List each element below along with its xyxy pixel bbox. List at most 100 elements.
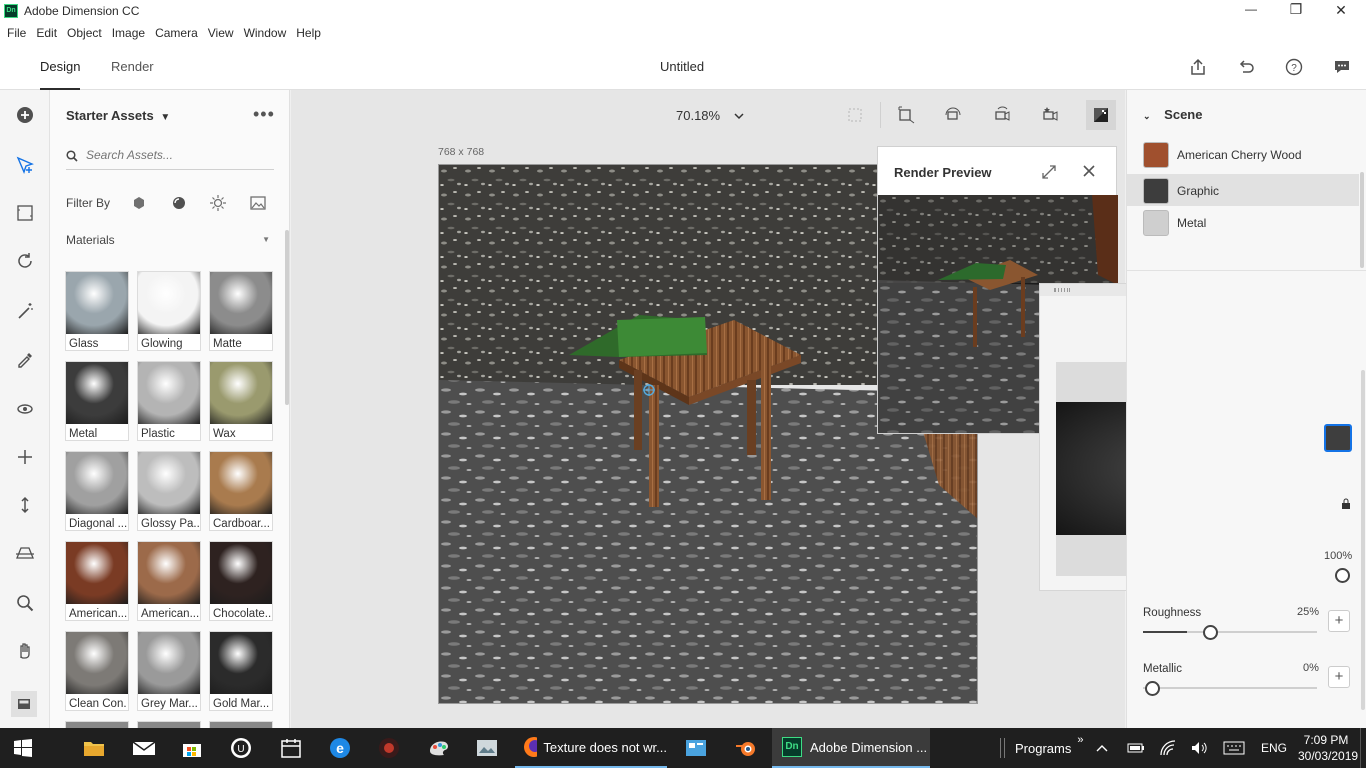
material-thumbnail[interactable]: Plastic: [137, 361, 201, 441]
expand-icon[interactable]: [1040, 163, 1058, 184]
show-hidden-icons-icon[interactable]: [1096, 728, 1108, 768]
material-thumbnail[interactable]: Metal: [65, 361, 129, 441]
dimension-task[interactable]: Dn Adobe Dimension ...: [772, 728, 930, 768]
filter-images-icon[interactable]: [250, 196, 266, 213]
zoom-control[interactable]: 70.18%: [676, 108, 744, 123]
rotate-icon[interactable]: [13, 249, 37, 273]
material-thumbnail[interactable]: [209, 721, 273, 728]
help-icon[interactable]: ?: [1281, 54, 1307, 80]
control-panel-icon[interactable]: [685, 728, 707, 768]
hand-icon[interactable]: [13, 639, 37, 663]
menu-camera[interactable]: Camera: [150, 22, 203, 44]
filter-materials-icon[interactable]: [172, 196, 186, 213]
material-thumbnail[interactable]: Glowing: [137, 271, 201, 351]
scene-item[interactable]: Metal: [1127, 206, 1359, 238]
programs-toolbar[interactable]: Programs »: [1015, 728, 1083, 768]
panel-scrollbar[interactable]: [1361, 370, 1365, 710]
paint-icon[interactable]: [427, 728, 451, 768]
material-thumbnail[interactable]: Gold Mar...: [209, 631, 273, 711]
magic-wand-icon[interactable]: [13, 299, 37, 323]
select-tool-icon[interactable]: [13, 153, 37, 177]
unreal-engine-icon[interactable]: U: [230, 728, 252, 768]
lock-icon[interactable]: [1341, 498, 1351, 513]
horizon-icon[interactable]: [13, 541, 37, 565]
material-thumbnail[interactable]: Clean Con...: [65, 631, 129, 711]
camera-frame-icon[interactable]: [898, 106, 916, 127]
orbit-icon[interactable]: [13, 397, 37, 421]
feedback-icon[interactable]: [1329, 54, 1355, 80]
menu-view[interactable]: View: [203, 22, 239, 44]
camera-orbit-icon[interactable]: [993, 106, 1011, 127]
color-swatch[interactable]: [1324, 424, 1352, 452]
material-thumbnail[interactable]: Glass: [65, 271, 129, 351]
blender-icon[interactable]: [734, 728, 758, 768]
material-thumbnail[interactable]: Wax: [209, 361, 273, 441]
metallic-handle[interactable]: [1145, 681, 1160, 696]
render-preview-toggle-icon[interactable]: [1086, 100, 1116, 130]
app-red-icon[interactable]: [378, 728, 400, 768]
keyboard-icon[interactable]: [1223, 728, 1245, 768]
firefox-task[interactable]: Texture does not wr...: [515, 728, 667, 768]
roughness-add-button[interactable]: +: [1328, 610, 1350, 632]
undo-icon[interactable]: [1233, 54, 1259, 80]
panel-toggle-icon[interactable]: [11, 691, 37, 717]
zoom-icon[interactable]: [13, 591, 37, 615]
edge-icon[interactable]: e: [329, 728, 351, 768]
tab-render[interactable]: Render: [111, 44, 154, 90]
wifi-icon[interactable]: [1159, 728, 1177, 768]
assets-title[interactable]: Starter Assets ▼: [66, 108, 170, 123]
menu-help[interactable]: Help: [291, 22, 326, 44]
share-icon[interactable]: [1185, 54, 1211, 80]
material-thumbnail[interactable]: Grey Mar...: [137, 631, 201, 711]
scene-scrollbar[interactable]: [1360, 172, 1364, 268]
clock[interactable]: 7:09 PM 30/03/2019: [1298, 732, 1358, 764]
pan-icon[interactable]: [13, 445, 37, 469]
material-thumbnail[interactable]: Matte: [209, 271, 273, 351]
material-thumbnail[interactable]: [65, 721, 129, 728]
file-explorer-icon[interactable]: [83, 728, 105, 768]
close-preview-icon[interactable]: [1081, 163, 1097, 182]
metallic-slider[interactable]: [1143, 681, 1317, 696]
add-icon[interactable]: [13, 103, 37, 127]
eyedropper-icon[interactable]: [13, 347, 37, 371]
selection-box-icon[interactable]: [13, 201, 37, 225]
material-thumbnail[interactable]: Cardboar...: [209, 451, 273, 531]
camera-bookmark-icon[interactable]: [1041, 106, 1059, 127]
menu-file[interactable]: File: [2, 22, 31, 44]
mail-icon[interactable]: [132, 728, 156, 768]
camera-rotate-icon[interactable]: [944, 106, 962, 127]
material-thumbnail[interactable]: [137, 721, 201, 728]
filter-lights-icon[interactable]: [210, 195, 226, 214]
menu-image[interactable]: Image: [107, 22, 150, 44]
tab-design[interactable]: Design: [40, 44, 80, 90]
show-desktop-button[interactable]: [1360, 728, 1366, 768]
material-thumbnail[interactable]: American...: [137, 541, 201, 621]
search-input[interactable]: [86, 146, 266, 164]
material-thumbnail[interactable]: American...: [65, 541, 129, 621]
assets-scrollbar[interactable]: [285, 230, 289, 405]
store-icon[interactable]: [181, 728, 203, 768]
scene-item[interactable]: Graphic: [1127, 174, 1359, 206]
volume-icon[interactable]: [1190, 728, 1208, 768]
more-options-icon[interactable]: •••: [253, 104, 275, 125]
roughness-handle[interactable]: [1203, 625, 1218, 640]
image-viewer-icon[interactable]: [476, 728, 498, 768]
material-thumbnail[interactable]: Glossy Pa...: [137, 451, 201, 531]
close-button[interactable]: ✕: [1326, 2, 1356, 19]
battery-icon[interactable]: [1127, 728, 1145, 768]
opacity-slider-handle[interactable]: [1335, 568, 1350, 583]
minimize-button[interactable]: —: [1236, 2, 1266, 16]
filter-models-icon[interactable]: [132, 196, 146, 213]
menu-window[interactable]: Window: [239, 22, 292, 44]
calendar-icon[interactable]: [280, 728, 302, 768]
menu-edit[interactable]: Edit: [31, 22, 62, 44]
language-indicator[interactable]: ENG: [1261, 728, 1287, 768]
metallic-add-button[interactable]: +: [1328, 666, 1350, 688]
material-thumbnail[interactable]: Diagonal ...: [65, 451, 129, 531]
dolly-icon[interactable]: [13, 493, 37, 517]
roughness-slider[interactable]: [1143, 625, 1317, 640]
menu-object[interactable]: Object: [62, 22, 107, 44]
scene-header[interactable]: ⌄ Scene: [1143, 107, 1202, 122]
maximize-button[interactable]: ❐: [1281, 1, 1311, 18]
section-materials[interactable]: Materials ▼: [66, 233, 270, 247]
